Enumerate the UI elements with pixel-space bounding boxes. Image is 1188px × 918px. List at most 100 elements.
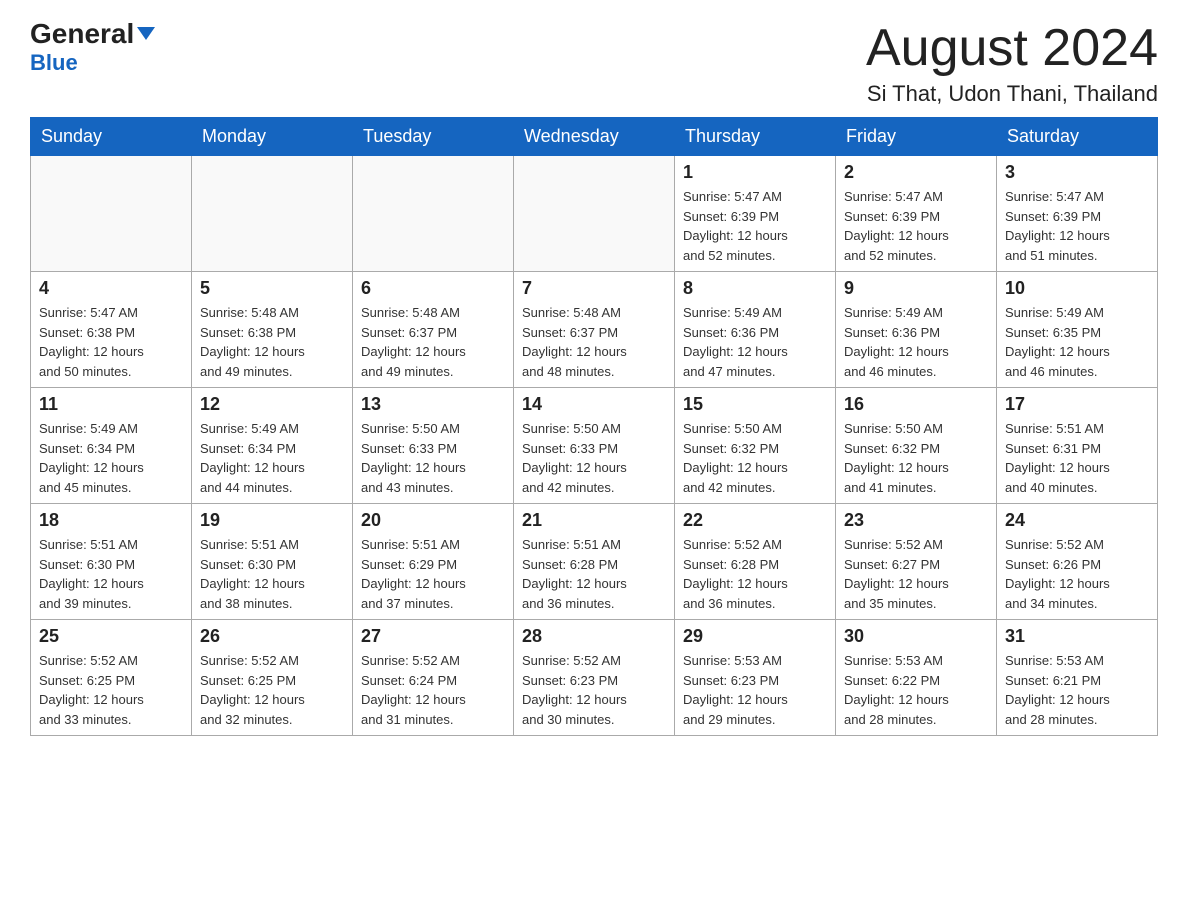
day-number: 9 [844,278,988,299]
day-info: Sunrise: 5:48 AMSunset: 6:38 PMDaylight:… [200,303,344,381]
table-row: 20Sunrise: 5:51 AMSunset: 6:29 PMDayligh… [353,504,514,620]
table-row: 21Sunrise: 5:51 AMSunset: 6:28 PMDayligh… [514,504,675,620]
day-number: 2 [844,162,988,183]
day-info: Sunrise: 5:47 AMSunset: 6:39 PMDaylight:… [1005,187,1149,265]
day-info: Sunrise: 5:50 AMSunset: 6:32 PMDaylight:… [683,419,827,497]
table-row: 31 Sunrise: 5:53 AMSunset: 6:21 PMDayligh… [997,620,1158,736]
table-row: 28 Sunrise: 5:52 AMSunset: 6:23 PMDayligh… [514,620,675,736]
table-row: 4 Sunrise: 5:47 AMSunset: 6:38 PMDaylight… [31,272,192,388]
day-info: Sunrise: 5:51 AMSunset: 6:30 PMDaylight:… [39,535,183,613]
day-info: Sunrise: 5:47 AMSunset: 6:38 PMDaylight:… [39,303,183,381]
day-info: Sunrise: 5:49 AMSunset: 6:36 PMDaylight:… [844,303,988,381]
table-row [514,156,675,272]
col-monday: Monday [192,118,353,156]
table-row: 7 Sunrise: 5:48 AMSunset: 6:37 PMDaylight… [514,272,675,388]
day-info: Sunrise: 5:48 AMSunset: 6:37 PMDaylight:… [361,303,505,381]
day-number: 30 [844,626,988,647]
table-row: 30Sunrise: 5:53 AMSunset: 6:22 PMDayligh… [836,620,997,736]
calendar-week-row: 1 Sunrise: 5:47 AMSunset: 6:39 PMDaylight… [31,156,1158,272]
table-row [31,156,192,272]
day-info: Sunrise: 5:51 AMSunset: 6:31 PMDaylight:… [1005,419,1149,497]
day-number: 5 [200,278,344,299]
table-row: 14Sunrise: 5:50 AMSunset: 6:33 PMDayligh… [514,388,675,504]
page-header: General Blue August 2024 Si That, Udon T… [30,20,1158,107]
day-info: Sunrise: 5:50 AMSunset: 6:33 PMDaylight:… [522,419,666,497]
day-number: 7 [522,278,666,299]
day-number: 25 [39,626,183,647]
day-number: 27 [361,626,505,647]
day-info: Sunrise: 5:50 AMSunset: 6:33 PMDaylight:… [361,419,505,497]
table-row: 9 Sunrise: 5:49 AMSunset: 6:36 PMDaylight… [836,272,997,388]
day-number: 19 [200,510,344,531]
location-title: Si That, Udon Thani, Thailand [866,81,1158,107]
day-info: Sunrise: 5:52 AMSunset: 6:25 PMDaylight:… [39,651,183,729]
col-friday: Friday [836,118,997,156]
title-area: August 2024 Si That, Udon Thani, Thailan… [866,20,1158,107]
table-row [192,156,353,272]
day-number: 22 [683,510,827,531]
table-row: 8 Sunrise: 5:49 AMSunset: 6:36 PMDaylight… [675,272,836,388]
logo-general: General [30,20,155,48]
day-info: Sunrise: 5:51 AMSunset: 6:28 PMDaylight:… [522,535,666,613]
month-title: August 2024 [866,20,1158,77]
calendar-week-row: 25 Sunrise: 5:52 AMSunset: 6:25 PMDayligh… [31,620,1158,736]
day-info: Sunrise: 5:49 AMSunset: 6:34 PMDaylight:… [200,419,344,497]
col-wednesday: Wednesday [514,118,675,156]
table-row: 13 Sunrise: 5:50 AMSunset: 6:33 PMDayligh… [353,388,514,504]
table-row: 12 Sunrise: 5:49 AMSunset: 6:34 PMDayligh… [192,388,353,504]
day-info: Sunrise: 5:47 AMSunset: 6:39 PMDaylight:… [844,187,988,265]
day-info: Sunrise: 5:49 AMSunset: 6:36 PMDaylight:… [683,303,827,381]
table-row: 17Sunrise: 5:51 AMSunset: 6:31 PMDayligh… [997,388,1158,504]
day-number: 18 [39,510,183,531]
day-info: Sunrise: 5:51 AMSunset: 6:29 PMDaylight:… [361,535,505,613]
table-row: 11 Sunrise: 5:49 AMSunset: 6:34 PMDayligh… [31,388,192,504]
logo-blue: Blue [30,50,78,76]
day-number: 26 [200,626,344,647]
col-sunday: Sunday [31,118,192,156]
day-number: 23 [844,510,988,531]
day-number: 24 [1005,510,1149,531]
day-number: 11 [39,394,183,415]
table-row: 23Sunrise: 5:52 AMSunset: 6:27 PMDayligh… [836,504,997,620]
table-row: 19Sunrise: 5:51 AMSunset: 6:30 PMDayligh… [192,504,353,620]
day-number: 29 [683,626,827,647]
table-row: 16Sunrise: 5:50 AMSunset: 6:32 PMDayligh… [836,388,997,504]
day-info: Sunrise: 5:52 AMSunset: 6:28 PMDaylight:… [683,535,827,613]
table-row: 15Sunrise: 5:50 AMSunset: 6:32 PMDayligh… [675,388,836,504]
table-row [353,156,514,272]
table-row: 22 Sunrise: 5:52 AMSunset: 6:28 PMDayligh… [675,504,836,620]
calendar-header-row: Sunday Monday Tuesday Wednesday Thursday… [31,118,1158,156]
table-row: 26 Sunrise: 5:52 AMSunset: 6:25 PMDayligh… [192,620,353,736]
day-number: 12 [200,394,344,415]
table-row: 24Sunrise: 5:52 AMSunset: 6:26 PMDayligh… [997,504,1158,620]
day-info: Sunrise: 5:47 AMSunset: 6:39 PMDaylight:… [683,187,827,265]
day-info: Sunrise: 5:49 AMSunset: 6:34 PMDaylight:… [39,419,183,497]
table-row: 6 Sunrise: 5:48 AMSunset: 6:37 PMDaylight… [353,272,514,388]
table-row: 18 Sunrise: 5:51 AMSunset: 6:30 PMDayligh… [31,504,192,620]
calendar-week-row: 4 Sunrise: 5:47 AMSunset: 6:38 PMDaylight… [31,272,1158,388]
table-row: 10Sunrise: 5:49 AMSunset: 6:35 PMDayligh… [997,272,1158,388]
day-info: Sunrise: 5:52 AMSunset: 6:23 PMDaylight:… [522,651,666,729]
table-row: 3Sunrise: 5:47 AMSunset: 6:39 PMDaylight… [997,156,1158,272]
day-number: 13 [361,394,505,415]
table-row: 25 Sunrise: 5:52 AMSunset: 6:25 PMDayligh… [31,620,192,736]
day-info: Sunrise: 5:53 AMSunset: 6:21 PMDaylight:… [1005,651,1149,729]
table-row: 5 Sunrise: 5:48 AMSunset: 6:38 PMDaylight… [192,272,353,388]
day-number: 6 [361,278,505,299]
day-number: 1 [683,162,827,183]
table-row: 29Sunrise: 5:53 AMSunset: 6:23 PMDayligh… [675,620,836,736]
table-row: 2 Sunrise: 5:47 AMSunset: 6:39 PMDaylight… [836,156,997,272]
table-row: 1 Sunrise: 5:47 AMSunset: 6:39 PMDaylight… [675,156,836,272]
day-info: Sunrise: 5:52 AMSunset: 6:25 PMDaylight:… [200,651,344,729]
day-number: 28 [522,626,666,647]
col-saturday: Saturday [997,118,1158,156]
day-number: 4 [39,278,183,299]
col-tuesday: Tuesday [353,118,514,156]
logo: General Blue [30,20,155,76]
day-info: Sunrise: 5:48 AMSunset: 6:37 PMDaylight:… [522,303,666,381]
day-number: 8 [683,278,827,299]
col-thursday: Thursday [675,118,836,156]
day-info: Sunrise: 5:52 AMSunset: 6:24 PMDaylight:… [361,651,505,729]
calendar-table: Sunday Monday Tuesday Wednesday Thursday… [30,117,1158,736]
day-number: 31 [1005,626,1149,647]
